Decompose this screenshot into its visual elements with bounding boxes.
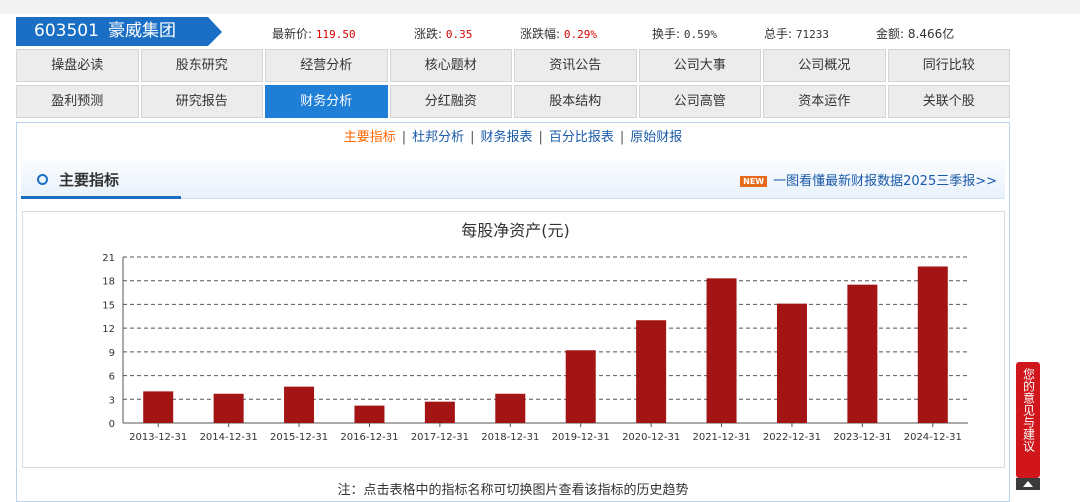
bar-2019-12-31 (565, 350, 596, 423)
volume-label: 总手: (764, 27, 793, 41)
tab-r1-8[interactable]: 同行比较 (887, 49, 1010, 82)
subnav-separator: | (470, 130, 475, 145)
change-pct-value: 0.29% (563, 28, 597, 41)
y-tick-label: 6 (109, 372, 115, 383)
tab-r2-4[interactable]: 分红融资 (389, 85, 512, 118)
nav-row-2: 盈利预测 研究报告 财务分析 分红融资 股本结构 公司高管 资本运作 关联个股 (16, 85, 1010, 118)
x-tick-label: 2013-12-31 (129, 432, 187, 443)
subnav-separator: | (538, 130, 543, 145)
y-tick-label: 21 (102, 253, 115, 264)
chart-container: 每股净资产(元) 0 3 6 9 12 15 18 21 2013-12-31 2014-12-31… (22, 211, 1005, 468)
x-tick-label: 2019-12-31 (552, 432, 610, 443)
y-tick-label: 0 (109, 419, 115, 430)
scroll-top-icon[interactable] (1016, 478, 1040, 490)
section-title: 主要指标 (59, 171, 120, 189)
volume-value: 71233 (795, 28, 829, 41)
change-value: 0.35 (445, 28, 473, 41)
tab-r2-3[interactable]: 财务分析 (265, 85, 388, 118)
subnav-link-5[interactable]: 原始财报 (630, 130, 682, 145)
y-tick-label: 15 (102, 300, 115, 311)
bar-2014-12-31 (213, 393, 244, 423)
turnover-value: 0.59% (683, 28, 717, 41)
y-tick-label: 12 (102, 324, 115, 335)
bar-2018-12-31 (495, 393, 526, 423)
tab-r1-2[interactable]: 股东研究 (140, 49, 263, 82)
turnover: 换手: 0.59% (652, 25, 717, 42)
subnav-separator: | (401, 130, 407, 145)
bar-2015-12-31 (284, 386, 315, 423)
x-tick-label: 2020-12-31 (622, 432, 680, 443)
tab-r1-3[interactable]: 经营分析 (265, 49, 388, 82)
change-pct: 涨跌幅: 0.29% (520, 25, 597, 42)
tab-r1-4[interactable]: 核心题材 (389, 49, 512, 82)
x-tick-label: 2015-12-31 (270, 432, 328, 443)
latest-price: 最新价: 119.50 (272, 25, 356, 42)
tab-r1-5[interactable]: 资讯公告 (514, 49, 637, 82)
section-underline (21, 196, 181, 199)
tab-r2-1[interactable]: 盈利预测 (16, 85, 139, 118)
tab-r2-7[interactable]: 资本运作 (763, 85, 886, 118)
bar-2017-12-31 (424, 401, 455, 423)
y-tick-label: 9 (109, 348, 115, 359)
bar-2021-12-31 (706, 278, 737, 423)
circle-icon (37, 174, 48, 185)
stock-code-box[interactable]: 603501 豪威集团 (16, 17, 208, 46)
top-band (0, 0, 1080, 14)
x-tick-label: 2022-12-31 (763, 432, 821, 443)
subnav-link-2[interactable]: 杜邦分析 (412, 130, 464, 145)
latest-price-label: 最新价: (272, 27, 313, 41)
y-tick-label: 3 (109, 395, 115, 406)
latest-price-value: 119.50 (315, 28, 356, 41)
amount-value: 8.466亿 (907, 27, 955, 41)
subnav-link-3[interactable]: 财务报表 (480, 130, 532, 145)
x-tick-label: 2024-12-31 (904, 432, 962, 443)
tab-r1-1[interactable]: 操盘必读 (16, 49, 139, 82)
tab-r1-6[interactable]: 公司大事 (638, 49, 761, 82)
section-header: 主要指标 NEW 一图看懂最新财报数据2025三季报>> (21, 159, 1005, 199)
feedback-text: 您的意见与建议 (1021, 368, 1036, 452)
x-tick-label: 2023-12-31 (833, 432, 891, 443)
footer-note: 注：点击表格中的指标名称可切换图片查看该指标的历史趋势 (337, 483, 689, 498)
stock-code: 603501 (34, 21, 99, 41)
turnover-label: 换手: (652, 27, 681, 41)
change: 涨跌: 0.35 (414, 25, 472, 42)
tab-r2-5[interactable]: 股本结构 (514, 85, 637, 118)
bar-chart: 每股净资产(元) 0 3 6 9 12 15 18 21 2013-12-31 2014-12-31… (102, 221, 968, 443)
feedback-button[interactable]: 您的意见与建议 (1016, 362, 1040, 478)
bar-2023-12-31 (847, 284, 878, 423)
tab-r2-6[interactable]: 公司高管 (638, 85, 761, 118)
subnav-link-4[interactable]: 百分比报表 (549, 130, 614, 145)
bar-2022-12-31 (776, 303, 807, 423)
bar-2013-12-31 (143, 391, 174, 423)
chart-title: 每股净资产(元) (461, 221, 570, 240)
subnav-link-1[interactable]: 主要指标 (344, 130, 396, 145)
bar-2016-12-31 (354, 405, 385, 423)
sub-navigation: 主要指标 | 杜邦分析 | 财务报表 | 百分比报表 | 原始财报 (17, 127, 1009, 149)
x-tick-label: 2017-12-31 (411, 432, 469, 443)
x-tick-label: 2021-12-31 (692, 432, 750, 443)
x-tick-label: 2018-12-31 (481, 432, 539, 443)
content-panel: 主要指标 | 杜邦分析 | 财务报表 | 百分比报表 | 原始财报 主要指标 NEW 一图看懂最新… (16, 122, 1010, 502)
bar-2020-12-31 (636, 320, 667, 423)
amount: 金额: 8.466亿 (876, 25, 954, 42)
change-label: 涨跌: (414, 27, 443, 41)
x-tick-label: 2016-12-31 (340, 432, 398, 443)
y-tick-label: 18 (102, 277, 115, 288)
quote-bar: 603501 豪威集团 最新价: 119.50 涨跌: 0.35 涨跌幅: 0.… (16, 16, 1011, 46)
x-tick-label: 2014-12-31 (200, 432, 258, 443)
nav-row-1: 操盘必读 股东研究 经营分析 核心题材 资讯公告 公司大事 公司概况 同行比较 (16, 49, 1010, 82)
new-badge: NEW (740, 176, 768, 187)
promo-text: 一图看懂最新财报数据2025三季报>> (773, 174, 997, 189)
change-pct-label: 涨跌幅: (520, 27, 561, 41)
volume: 总手: 71233 (764, 25, 829, 42)
subnav-separator: | (619, 130, 625, 145)
tab-r1-7[interactable]: 公司概况 (763, 49, 886, 82)
code-box-arrow (208, 17, 222, 46)
stock-name: 豪威集团 (108, 21, 176, 41)
tab-r2-8[interactable]: 关联个股 (887, 85, 1010, 118)
promo-link[interactable]: NEW 一图看懂最新财报数据2025三季报>> (740, 170, 997, 189)
tab-r2-2[interactable]: 研究报告 (140, 85, 263, 118)
bar-2024-12-31 (917, 266, 948, 423)
amount-label: 金额: (876, 27, 905, 41)
